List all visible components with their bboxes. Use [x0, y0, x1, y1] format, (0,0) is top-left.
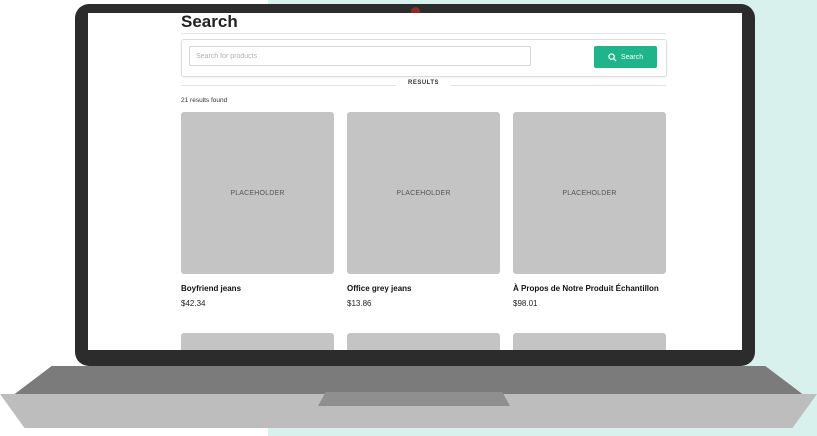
- page-title: Search: [181, 13, 238, 31]
- product-name[interactable]: Office grey jeans: [347, 284, 500, 293]
- product-name[interactable]: À Propos de Notre Produit Échantillon: [513, 284, 666, 293]
- product-card[interactable]: PLACEHOLDER À Propos de Notre Produit Éc…: [513, 112, 666, 308]
- search-panel: Search: [181, 39, 667, 77]
- laptop-screen: Search Search RESULTS 21 results found P…: [88, 13, 742, 350]
- product-image-placeholder[interactable]: PLACEHOLDER: [347, 112, 500, 274]
- product-image-placeholder[interactable]: [181, 333, 334, 350]
- product-image-placeholder[interactable]: [513, 333, 666, 350]
- laptop-trackpad: [318, 392, 510, 406]
- placeholder-label: PLACEHOLDER: [396, 189, 451, 197]
- laptop-keyboard-base: [12, 366, 805, 396]
- search-input[interactable]: [189, 46, 531, 66]
- product-price: $42.34: [181, 299, 206, 308]
- search-button[interactable]: Search: [594, 46, 657, 68]
- placeholder-label: PLACEHOLDER: [562, 189, 617, 197]
- placeholder-label: PLACEHOLDER: [230, 189, 285, 197]
- title-divider: [181, 33, 666, 34]
- product-name[interactable]: Boyfriend jeans: [181, 284, 334, 293]
- product-price: $98.01: [513, 299, 538, 308]
- search-button-label: Search: [620, 53, 644, 61]
- product-image-placeholder[interactable]: [347, 333, 500, 350]
- results-count: 21 results found: [181, 97, 228, 104]
- product-card[interactable]: PLACEHOLDER Office grey jeans $13.86: [347, 112, 500, 308]
- results-label: RESULTS: [396, 80, 452, 86]
- search-icon: [608, 52, 617, 62]
- product-image-placeholder[interactable]: PLACEHOLDER: [181, 112, 334, 274]
- product-image-placeholder[interactable]: PLACEHOLDER: [513, 112, 666, 274]
- product-card[interactable]: PLACEHOLDER Boyfriend jeans $42.34: [181, 112, 334, 308]
- product-price: $13.86: [347, 299, 372, 308]
